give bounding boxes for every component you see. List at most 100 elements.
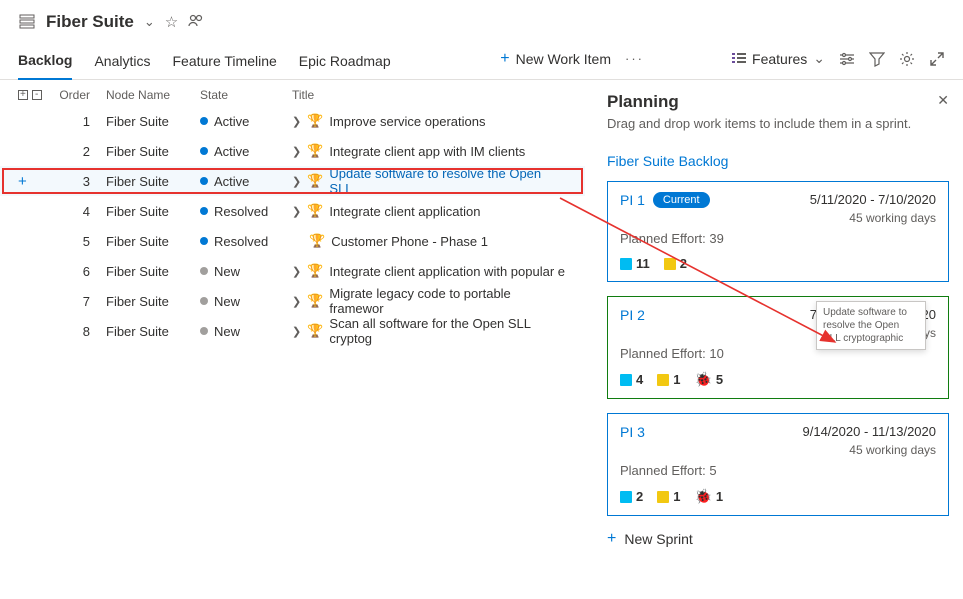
- story-count: 2: [664, 256, 687, 271]
- title-cell[interactable]: ❯🏆Improve service operations: [292, 113, 567, 129]
- chevron-right-icon[interactable]: ❯: [292, 175, 301, 188]
- col-title[interactable]: Title: [292, 88, 567, 102]
- title-cell[interactable]: ❯🏆Update software to resolve the Open SL…: [292, 166, 567, 196]
- panel-title: Planning: [607, 92, 679, 112]
- story-icon: [664, 258, 676, 270]
- table-row[interactable]: 1Fiber SuiteActive❯🏆Improve service oper…: [0, 106, 585, 136]
- state-cell: New: [200, 294, 292, 309]
- new-sprint-button[interactable]: + New Sprint: [607, 530, 949, 548]
- feature-icon: 🏆: [307, 263, 323, 279]
- sprint-dates: 5/11/2020 - 7/10/2020: [810, 192, 936, 207]
- col-order[interactable]: Order: [58, 88, 106, 102]
- feature-icon: 🏆: [307, 293, 323, 309]
- order-cell: 2: [58, 144, 106, 159]
- table-row[interactable]: 6Fiber SuiteNew❯🏆Integrate client applic…: [0, 256, 585, 286]
- tab-roadmap[interactable]: Epic Roadmap: [299, 47, 391, 79]
- chevron-right-icon[interactable]: ❯: [292, 145, 301, 158]
- chevron-right-icon[interactable]: ❯: [292, 265, 301, 278]
- bug-icon: 🐞: [694, 488, 711, 505]
- options-icon[interactable]: [839, 51, 855, 67]
- share-icon[interactable]: [188, 12, 204, 32]
- new-work-item-button[interactable]: + New Work Item: [500, 50, 611, 68]
- sprint-name[interactable]: PI 1 Current: [620, 192, 710, 208]
- features-filter-button[interactable]: Features ⌄: [732, 50, 825, 67]
- state-dot-icon: [200, 207, 208, 215]
- backlog-link[interactable]: Fiber Suite Backlog: [607, 153, 949, 169]
- collapse-all-icon[interactable]: -: [32, 90, 42, 100]
- node-cell: Fiber Suite: [106, 324, 200, 339]
- state-dot-icon: [200, 327, 208, 335]
- plus-icon: +: [500, 50, 509, 68]
- state-dot-icon: [200, 237, 208, 245]
- favorite-icon[interactable]: ☆: [165, 13, 178, 31]
- chevron-down-icon: ⌄: [813, 50, 825, 67]
- table-row[interactable]: 8Fiber SuiteNew❯🏆Scan all software for t…: [0, 316, 585, 346]
- sprint-card[interactable]: PI 39/14/2020 - 11/13/202045 working day…: [607, 413, 949, 516]
- gear-icon[interactable]: [899, 51, 915, 67]
- feature-icon: [620, 258, 632, 270]
- backlog-grid: + - Order Node Name State Title 1Fiber S…: [0, 80, 585, 589]
- chevron-right-icon[interactable]: ❯: [292, 205, 301, 218]
- state-cell: Resolved: [200, 234, 292, 249]
- title-cell[interactable]: ❯🏆Integrate client application: [292, 203, 567, 219]
- panel-subtitle: Drag and drop work items to include them…: [607, 116, 949, 131]
- chevron-right-icon[interactable]: ❯: [292, 115, 301, 128]
- filter-icon[interactable]: [869, 51, 885, 67]
- table-row[interactable]: 5Fiber SuiteResolved🏆Customer Phone - Ph…: [0, 226, 585, 256]
- title-cell[interactable]: 🏆Customer Phone - Phase 1: [292, 233, 567, 249]
- item-title: Customer Phone - Phase 1: [331, 234, 488, 249]
- state-cell: Active: [200, 174, 292, 189]
- node-cell: Fiber Suite: [106, 264, 200, 279]
- table-row[interactable]: 7Fiber SuiteNew❯🏆Migrate legacy code to …: [0, 286, 585, 316]
- tab-backlog[interactable]: Backlog: [18, 46, 72, 80]
- tab-analytics[interactable]: Analytics: [94, 47, 150, 79]
- node-cell: Fiber Suite: [106, 294, 200, 309]
- expand-all-icon[interactable]: +: [18, 90, 28, 100]
- item-title: Integrate client application with popula…: [329, 264, 565, 279]
- table-row[interactable]: 4Fiber SuiteResolved❯🏆Integrate client a…: [0, 196, 585, 226]
- plus-icon: +: [607, 530, 616, 548]
- state-cell: Active: [200, 114, 292, 129]
- story-icon: [657, 374, 669, 386]
- title-cell[interactable]: ❯🏆Migrate legacy code to portable framew…: [292, 286, 567, 316]
- chevron-down-icon[interactable]: ⌄: [144, 14, 155, 30]
- close-icon[interactable]: ✕: [937, 92, 949, 109]
- sprint-card[interactable]: PI 1 Current5/11/2020 - 7/10/202045 work…: [607, 181, 949, 282]
- chevron-right-icon[interactable]: ❯: [292, 325, 301, 338]
- node-cell: Fiber Suite: [106, 234, 200, 249]
- title-cell[interactable]: ❯🏆Integrate client app with IM clients: [292, 143, 567, 159]
- more-actions-icon[interactable]: ···: [625, 51, 644, 66]
- feature-icon: [620, 374, 632, 386]
- node-cell: Fiber Suite: [106, 204, 200, 219]
- bug-count: 🐞1: [694, 488, 723, 505]
- table-row[interactable]: 2Fiber SuiteActive❯🏆Integrate client app…: [0, 136, 585, 166]
- team-icon: [18, 13, 36, 31]
- col-state[interactable]: State: [200, 88, 292, 102]
- sprint-name[interactable]: PI 3: [620, 424, 645, 440]
- bug-icon: 🐞: [694, 371, 711, 388]
- title-cell[interactable]: ❯🏆Scan all software for the Open SLL cry…: [292, 316, 567, 346]
- order-cell: 1: [58, 114, 106, 129]
- planning-panel: Planning ✕ Drag and drop work items to i…: [585, 80, 963, 589]
- sprint-days: 45 working days: [803, 443, 937, 457]
- feature-count: 2: [620, 489, 643, 504]
- sprint-effort: Planned Effort: 5: [620, 463, 936, 478]
- state-dot-icon: [200, 117, 208, 125]
- order-cell: 4: [58, 204, 106, 219]
- table-row[interactable]: +3Fiber SuiteActive❯🏆Update software to …: [0, 166, 585, 196]
- chevron-right-icon[interactable]: ❯: [292, 295, 301, 308]
- item-title: Improve service operations: [329, 114, 485, 129]
- order-cell: 8: [58, 324, 106, 339]
- fullscreen-icon[interactable]: [929, 51, 945, 67]
- title-cell[interactable]: ❯ 🏆 Integrate client application with popu…: [292, 263, 567, 279]
- node-cell: Fiber Suite: [106, 174, 200, 189]
- col-node[interactable]: Node Name: [106, 88, 200, 102]
- add-icon[interactable]: +: [18, 173, 27, 190]
- tab-timeline[interactable]: Feature Timeline: [173, 47, 277, 79]
- sprint-card[interactable]: PI 27/13/2020 - 9/11/202045 working days…: [607, 296, 949, 399]
- sprint-name[interactable]: PI 2: [620, 307, 645, 323]
- state-cell: Resolved: [200, 204, 292, 219]
- new-work-item-label: New Work Item: [516, 51, 611, 67]
- order-cell: 6: [58, 264, 106, 279]
- feature-icon: [620, 491, 632, 503]
